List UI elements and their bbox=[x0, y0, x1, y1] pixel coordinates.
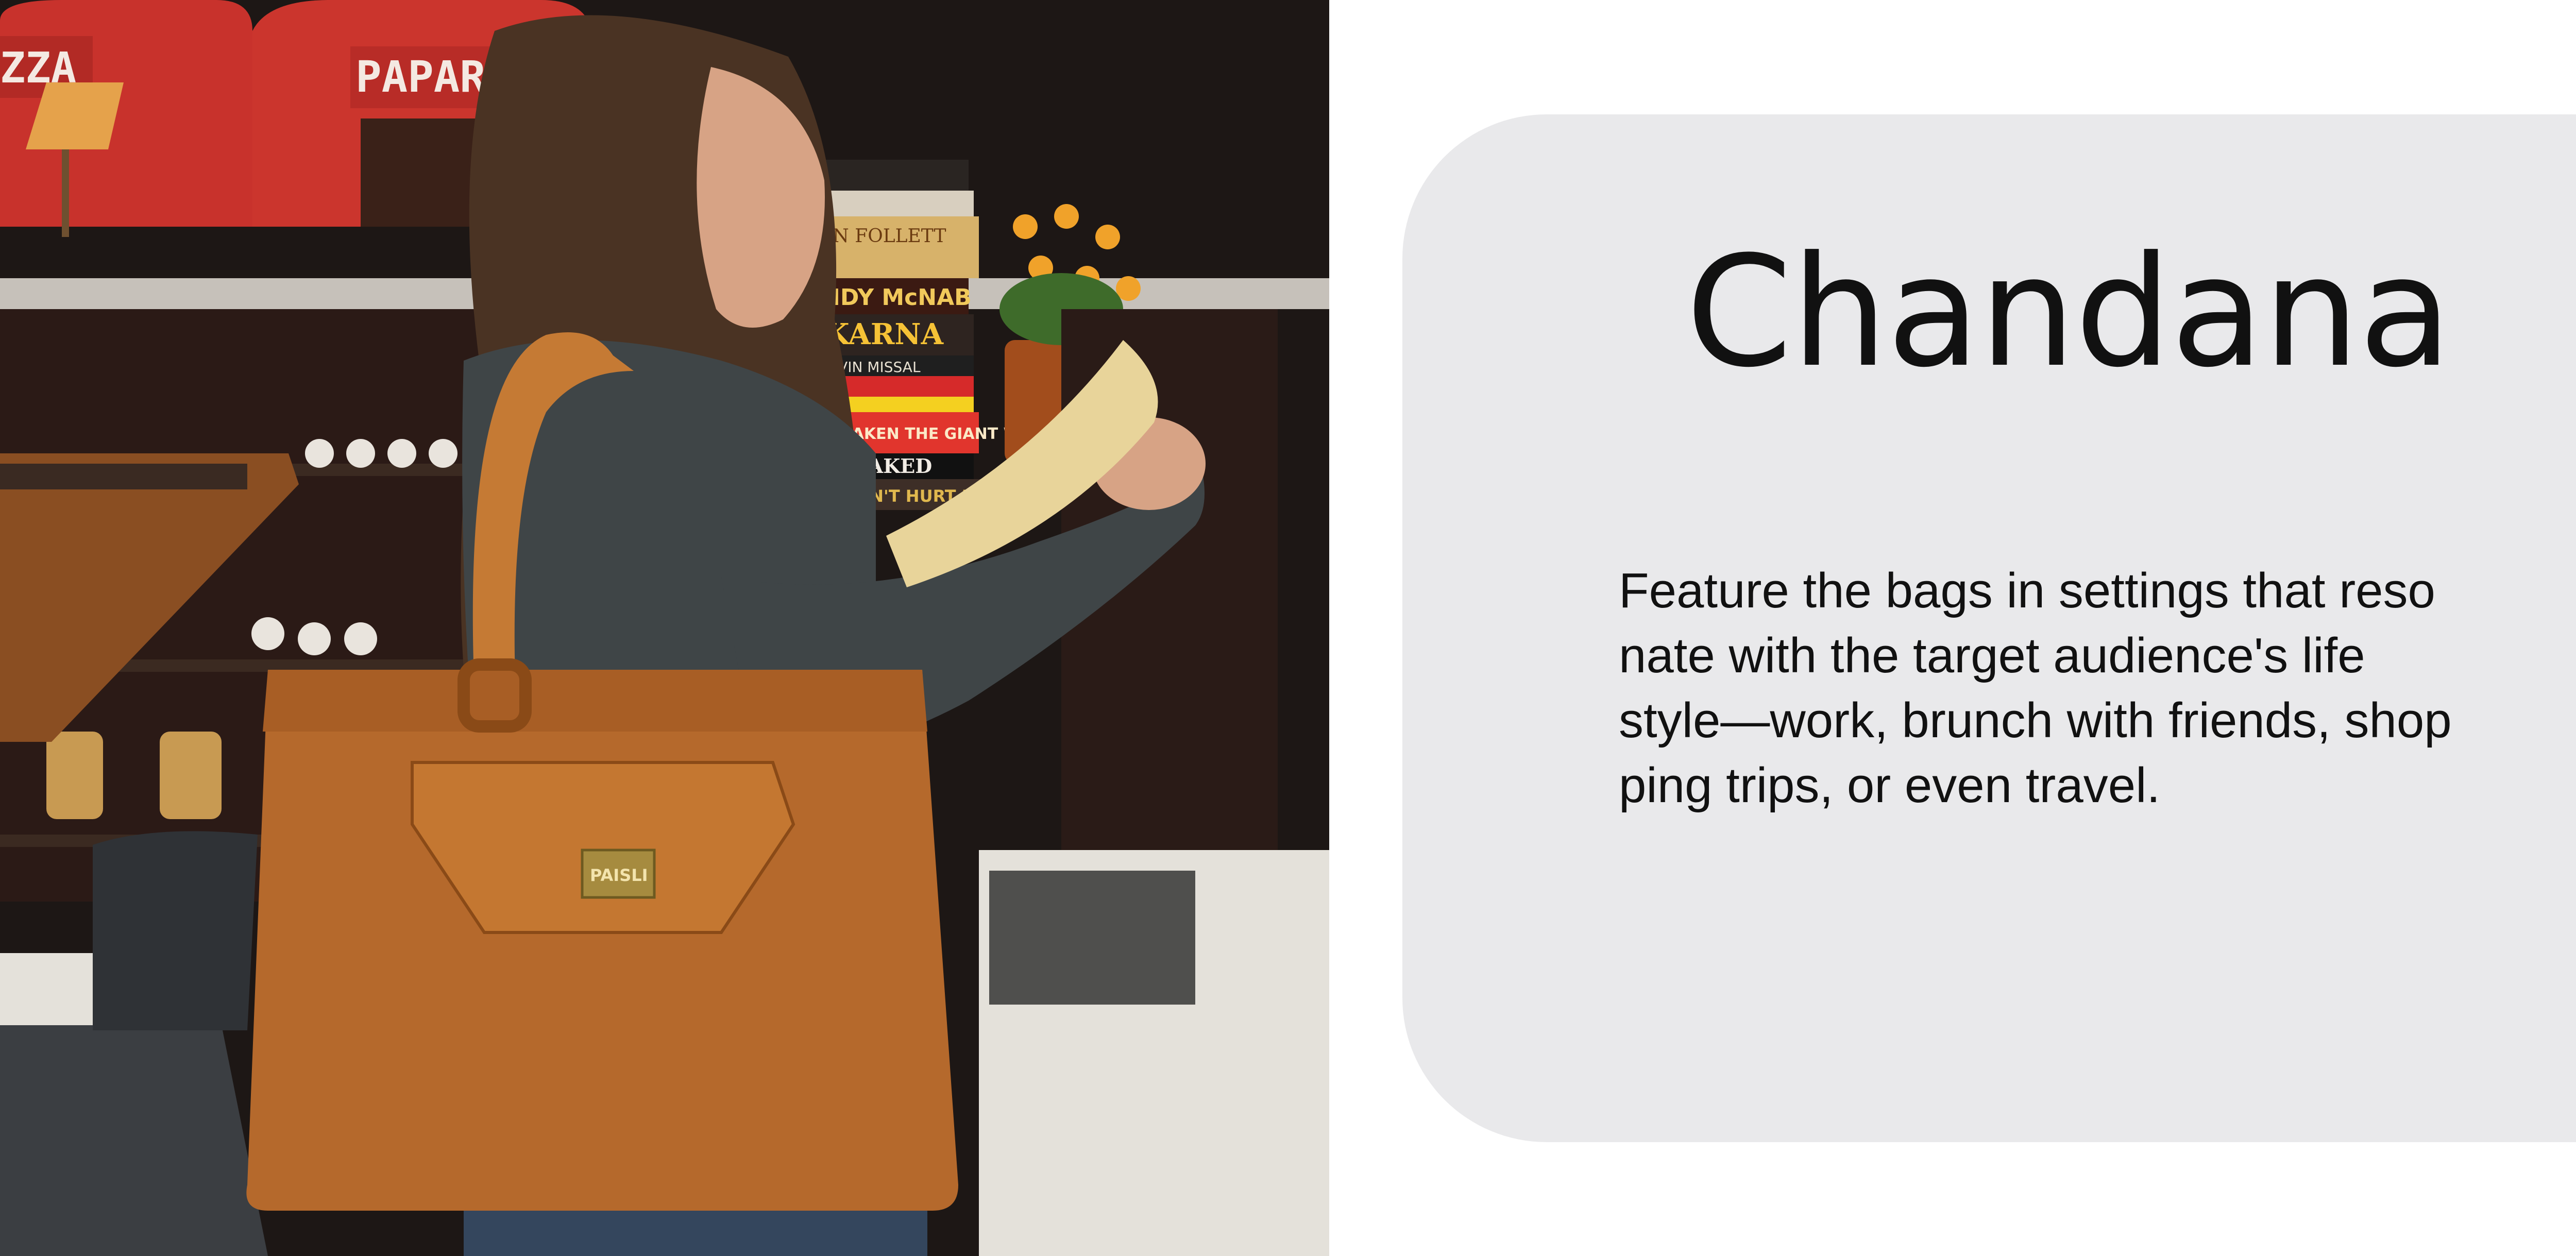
description-line: style—work, brunch with friends, shop bbox=[1619, 693, 2452, 748]
lifestyle-photo: ZZA PAPARIZZ EN FOLLETT ANDY McNAB KARNA… bbox=[0, 0, 1329, 1256]
description-line: nate with the target audience's life bbox=[1619, 628, 2365, 683]
seat bbox=[0, 1025, 268, 1256]
info-card: Chandana Feature the bags in settings th… bbox=[1402, 114, 2576, 1142]
description-line: ping trips, or even travel. bbox=[1619, 758, 2161, 813]
card-description: Feature the bags in settings that reso n… bbox=[1619, 558, 2505, 818]
description-line: Feature the bags in settings that reso bbox=[1619, 563, 2435, 618]
card-title: Chandana bbox=[1686, 223, 2452, 401]
book-title: EN FOLLETT bbox=[819, 226, 946, 247]
bag-brand-plate: PAISLI bbox=[590, 865, 648, 885]
book-title: KARNA bbox=[824, 317, 944, 351]
